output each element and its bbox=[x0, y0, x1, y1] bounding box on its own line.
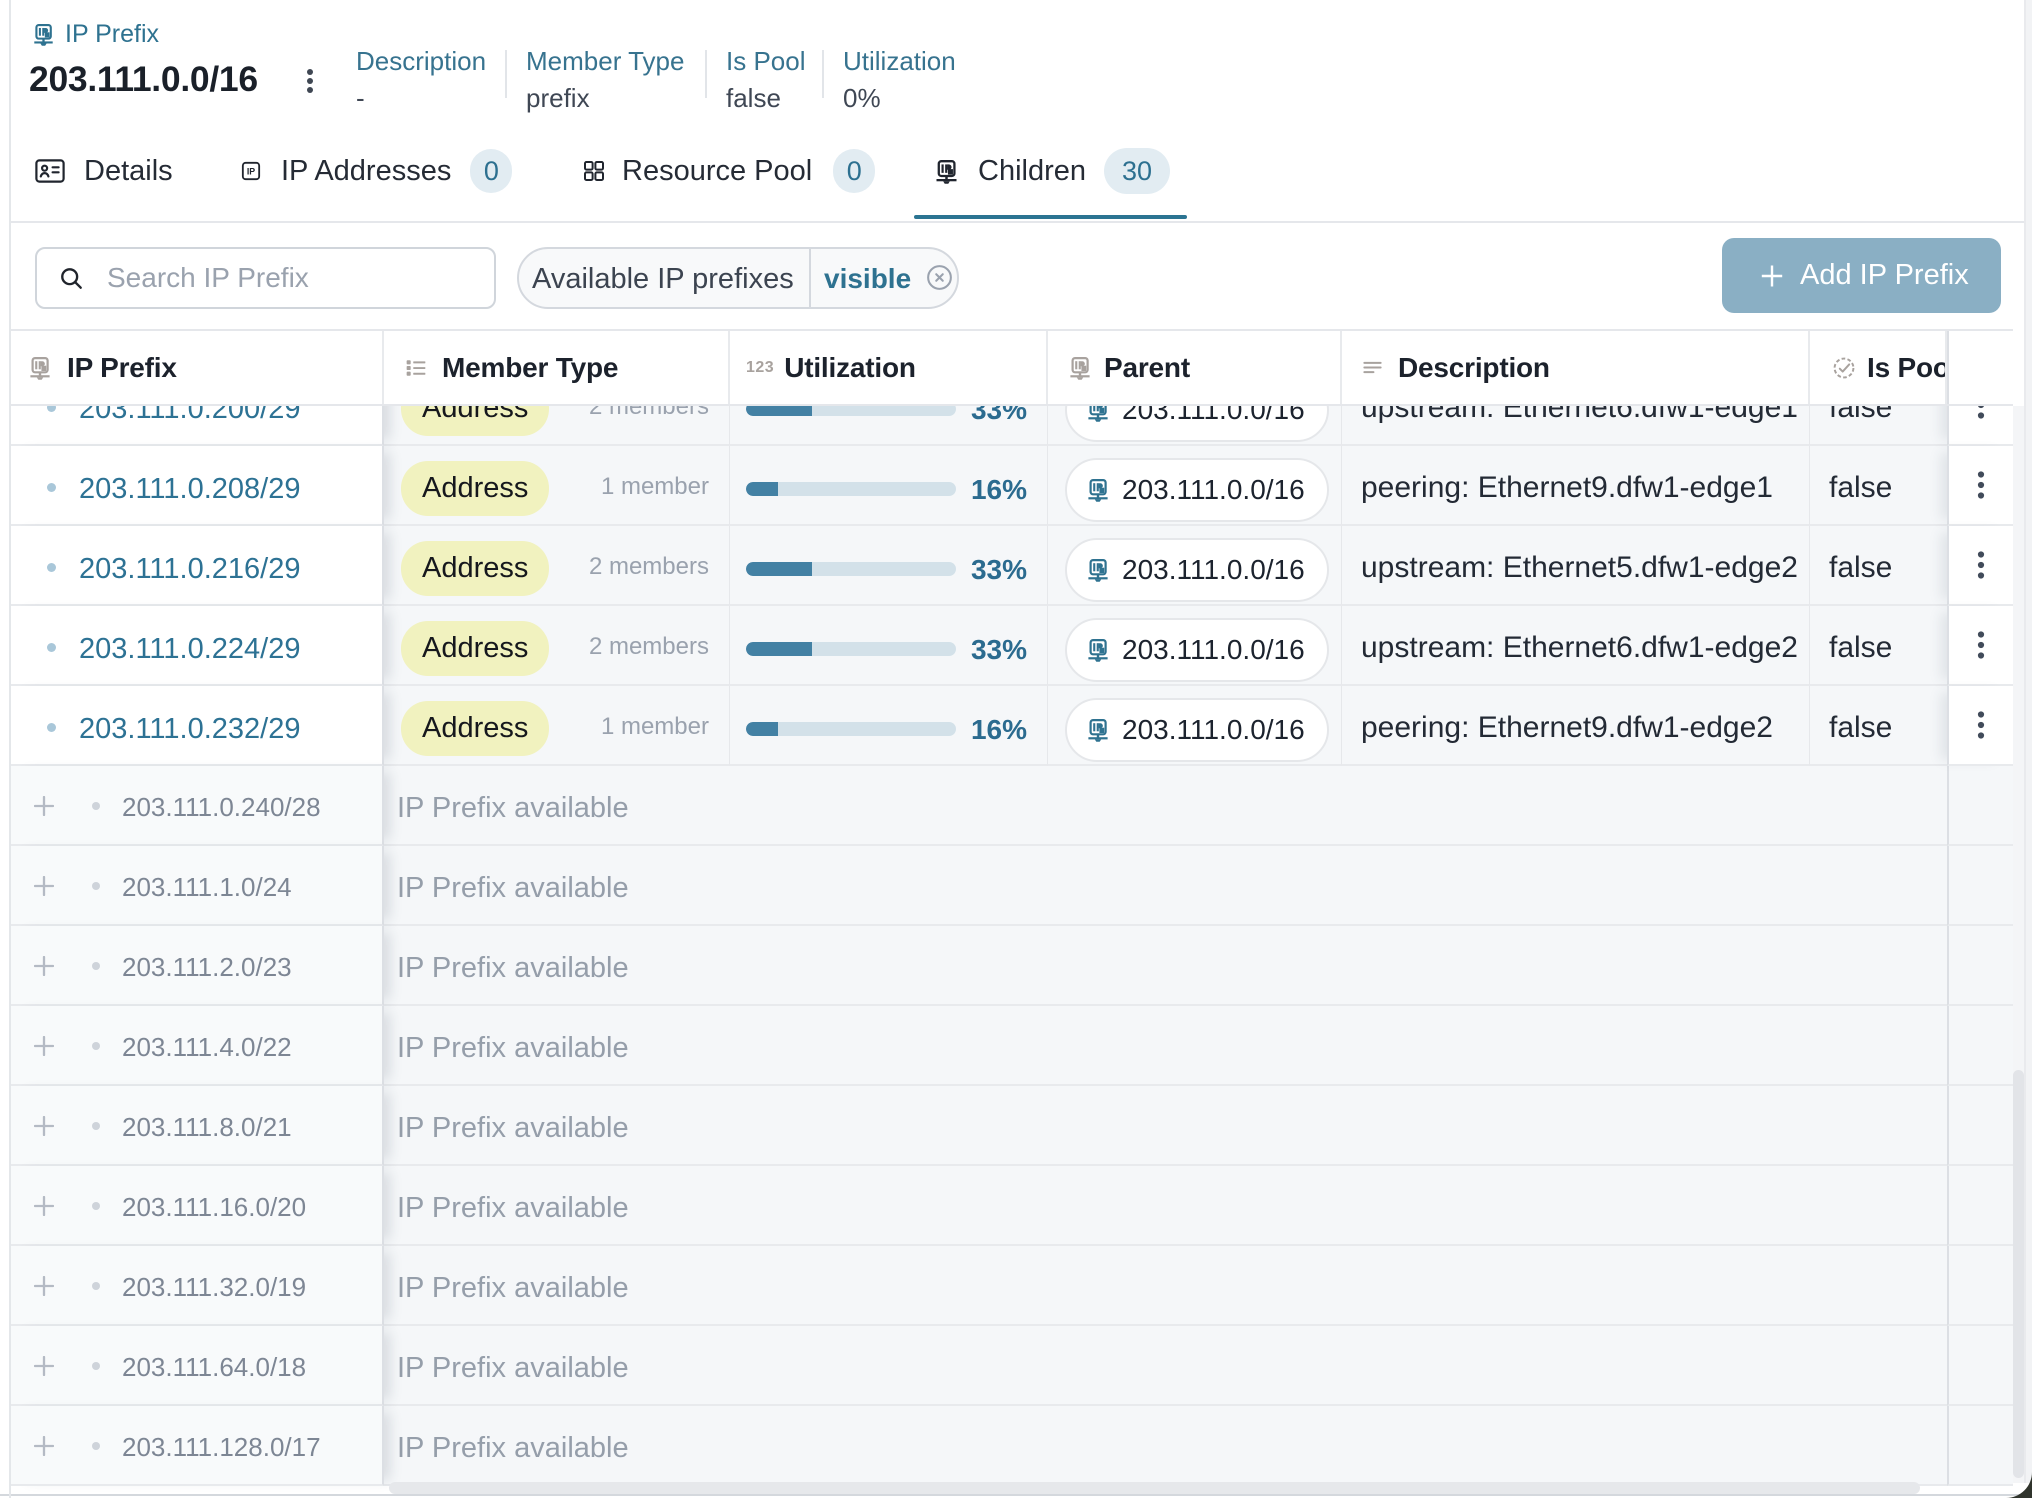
svg-text:IP: IP bbox=[247, 167, 255, 177]
